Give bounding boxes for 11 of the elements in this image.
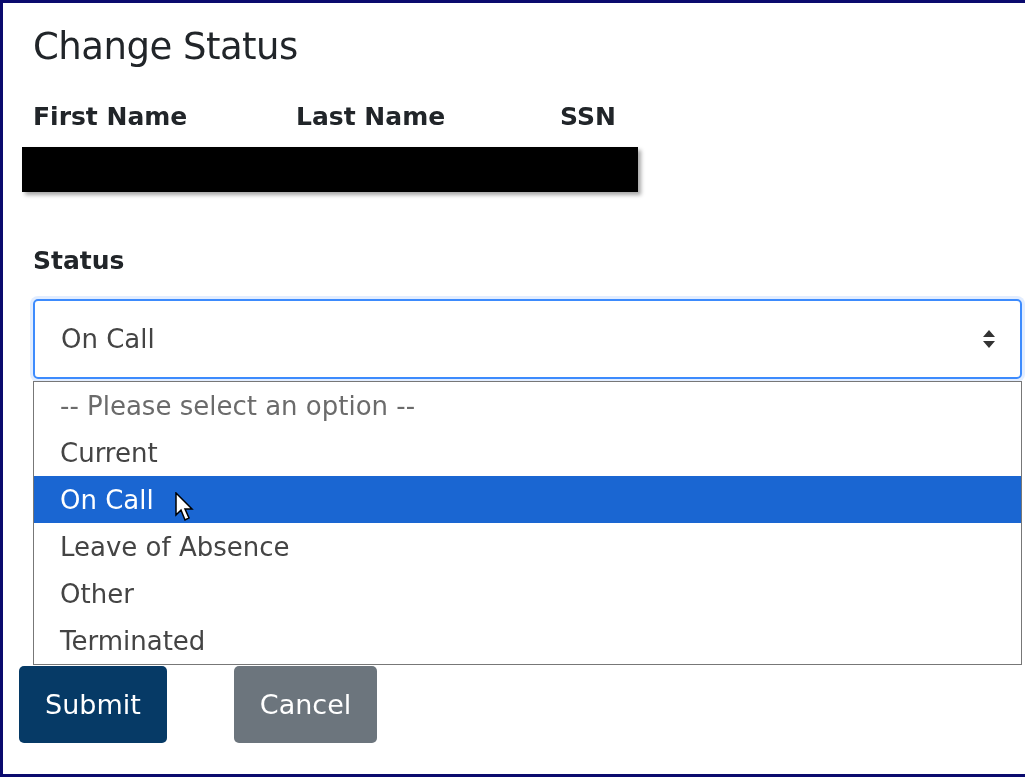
column-header: SSN bbox=[560, 101, 617, 133]
status-label: Status bbox=[33, 245, 126, 277]
sort-caret-icon bbox=[982, 328, 996, 350]
cursor-icon bbox=[174, 492, 197, 522]
status-select[interactable]: On Call bbox=[33, 299, 1022, 379]
column-header: First Name bbox=[33, 101, 189, 133]
page-title: Change Status bbox=[33, 24, 299, 70]
cancel-button[interactable]: Cancel bbox=[233, 666, 378, 743]
submit-button[interactable]: Submit bbox=[19, 666, 167, 743]
column-header: Last Name bbox=[296, 101, 447, 133]
dropdown-option[interactable]: On Call bbox=[34, 476, 1021, 523]
